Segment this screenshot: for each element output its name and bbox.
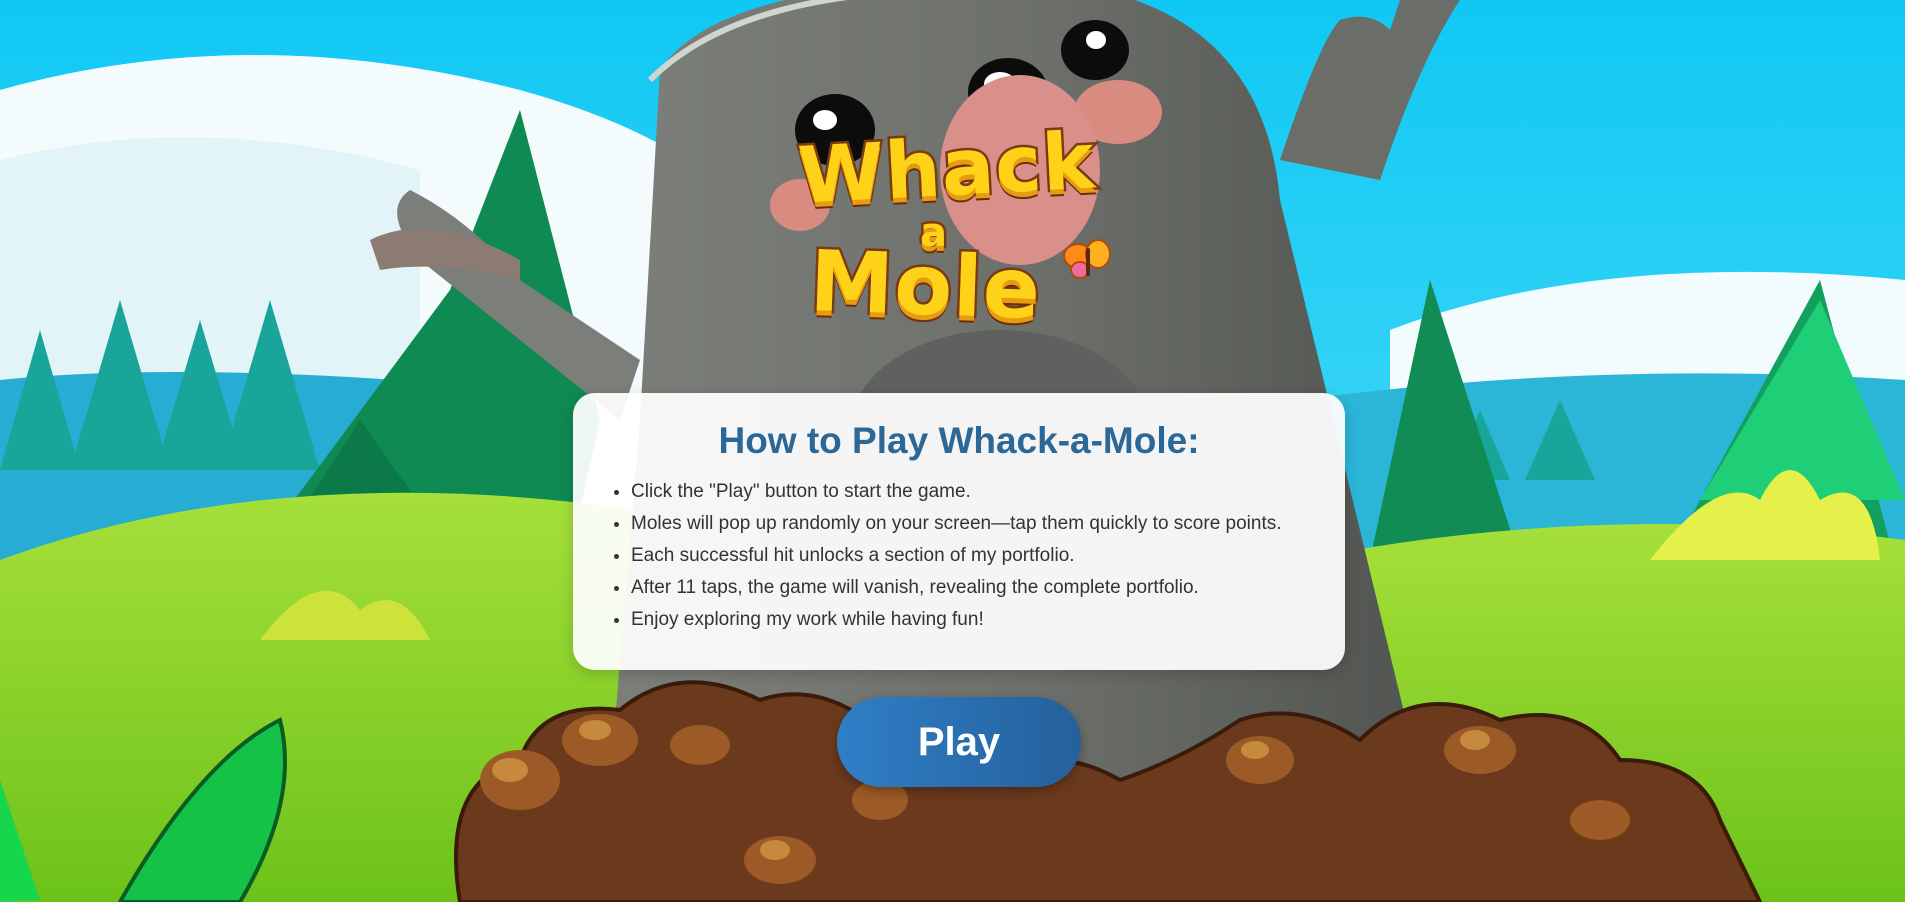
instructions-title: How to Play Whack-a-Mole:	[718, 420, 1200, 461]
instructions-panel: How to Play Whack-a-Mole: Click the "Pla…	[573, 393, 1345, 670]
game-start-screen: Whack a Mole How to Play Whack-a-Mole: C…	[0, 0, 1905, 902]
play-button[interactable]: Play	[837, 697, 1081, 787]
instruction-item: Click the "Play" button to start the gam…	[631, 476, 1315, 508]
instructions-list: Click the "Play" button to start the gam…	[603, 476, 1315, 636]
instruction-item: Enjoy exploring my work while having fun…	[631, 604, 1315, 636]
logo-word-whack: Whack	[793, 114, 1100, 224]
butterfly-icon	[1063, 239, 1111, 279]
instruction-item: Moles will pop up randomly on your scree…	[631, 508, 1315, 540]
logo-word-mole: Mole	[806, 229, 1045, 340]
whack-a-mole-logo: Whack a Mole	[770, 114, 1150, 358]
instruction-item: Each successful hit unlocks a section of…	[631, 540, 1315, 572]
instruction-item: After 11 taps, the game will vanish, rev…	[631, 572, 1315, 604]
